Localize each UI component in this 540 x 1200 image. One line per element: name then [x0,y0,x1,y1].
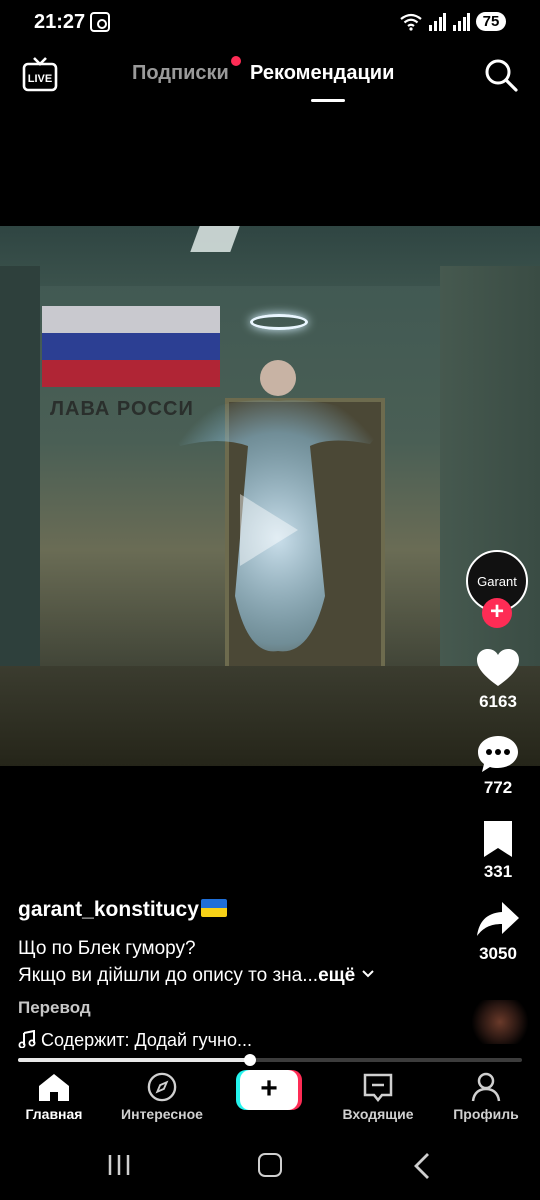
wifi-icon [400,13,422,31]
active-tab-indicator [311,99,345,102]
home-icon [39,1074,69,1101]
progress-fill [18,1058,250,1062]
progress-knob[interactable] [243,1054,256,1066]
music-note-icon [18,1029,36,1049]
system-home-icon[interactable] [258,1153,282,1177]
share-button[interactable]: 3050 [468,900,528,964]
follow-button[interactable]: + [482,598,512,628]
video-floor [0,666,540,766]
search-icon[interactable] [484,58,518,92]
status-bar: 21:27 75 [0,0,540,46]
comment-button[interactable]: 772 [468,734,528,798]
nav-inbox-label: Входящие [342,1106,414,1122]
status-time: 21:27 [34,11,86,33]
caption-line-2-text: Якщо ви дійшли до опису то зна... [18,965,319,986]
like-button[interactable]: 6163 [468,648,528,712]
play-icon[interactable] [240,494,298,566]
nav-explore[interactable]: Интересное [108,1072,216,1122]
nav-inbox[interactable]: Входящие [324,1072,432,1122]
plus-icon: + [240,1070,298,1110]
translate-link[interactable]: Перевод [18,998,91,1018]
top-nav: LIVE Подписки Рекомендации [0,52,540,106]
create-button[interactable]: + [236,1070,302,1110]
back-icon[interactable] [410,1152,434,1180]
like-count: 6163 [479,692,517,711]
screen-record-icon [90,12,110,32]
bookmark-icon [484,821,512,857]
video-player[interactable]: ЛАВА РОССИ [0,226,540,766]
tab-for-you[interactable]: Рекомендации [250,62,394,85]
live-icon[interactable]: LIVE [22,56,58,92]
caption-line-2[interactable]: Якщо ви дійшли до опису то зна...ещё [18,965,375,987]
nav-profile[interactable]: Профиль [432,1072,540,1122]
heart-icon [477,649,519,686]
status-icons: 75 [400,12,506,31]
music-info[interactable]: Содержит: Додай гучно... [18,1029,252,1051]
music-text: Содержит: Додай гучно... [41,1030,252,1050]
save-count: 331 [483,862,513,881]
notification-dot [231,56,241,66]
profile-icon [471,1072,501,1102]
nav-explore-label: Интересное [121,1106,203,1122]
nav-home[interactable]: Главная [0,1072,108,1122]
music-disc-thumbnail[interactable] [472,1000,528,1044]
share-count: 3050 [479,944,517,963]
tab-following[interactable]: Подписки [132,62,229,85]
video-progress-bar[interactable] [18,1054,522,1066]
caption-line-1: Що по Блек гумору? [18,938,196,959]
username-text: garant_konstitucy [18,898,199,921]
halo-image [250,314,308,330]
recent-apps-icon[interactable] [106,1154,132,1176]
signal-icon [429,12,446,31]
signal-icon [453,12,470,31]
battery-icon: 75 [476,12,506,31]
bottom-nav: Главная Интересное + Входящие Профиль [0,1066,540,1134]
compass-icon [147,1072,177,1102]
chevron-down-icon [361,970,374,978]
share-icon [477,902,519,936]
inbox-icon [363,1073,393,1102]
comment-icon [478,736,518,772]
ukraine-flag-icon [200,899,227,917]
comment-count: 772 [483,778,513,797]
creator-username[interactable]: garant_konstitucy [18,898,227,922]
system-nav-bar [0,1134,540,1200]
save-button[interactable]: 331 [468,820,528,882]
nav-home-label: Главная [25,1106,83,1122]
caption-more-link[interactable]: ещё [318,965,355,986]
live-label: LIVE [28,73,52,85]
nav-profile-label: Профиль [453,1106,519,1122]
